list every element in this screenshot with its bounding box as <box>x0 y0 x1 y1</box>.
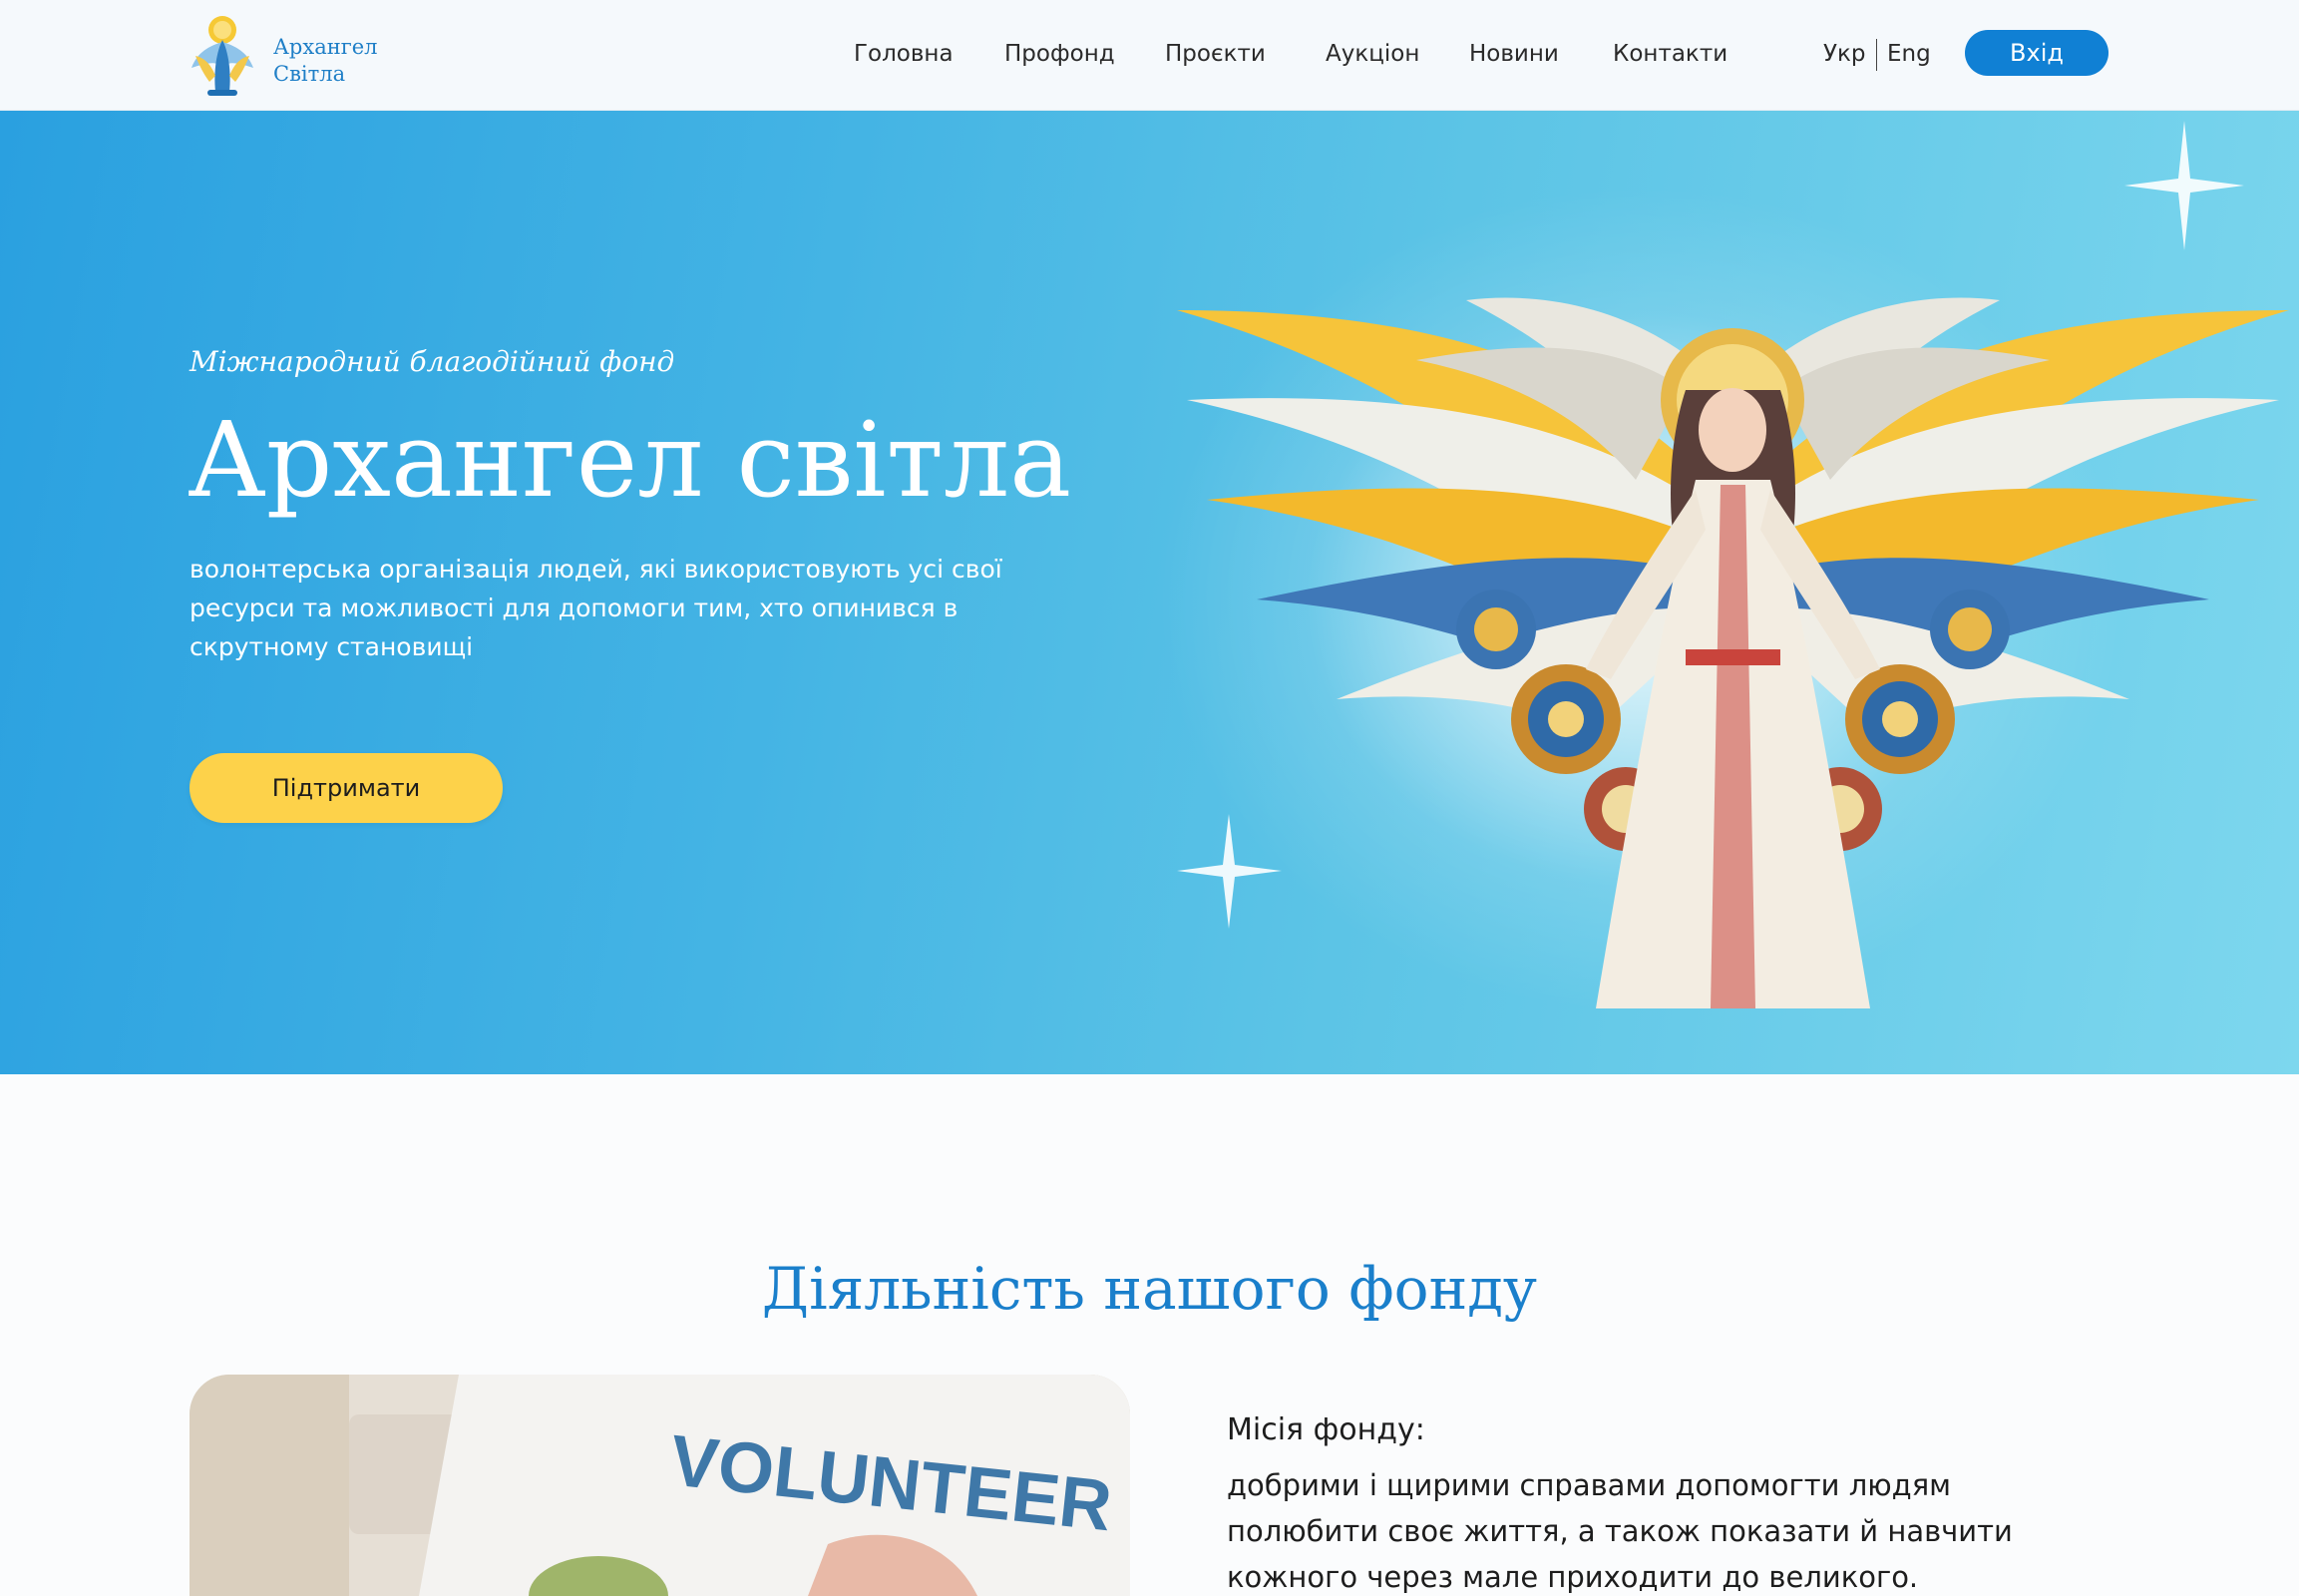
left-wing <box>1177 297 1725 729</box>
angel-illustration <box>1177 297 2289 1008</box>
hero-title: Архангел світла <box>188 399 1072 521</box>
login-button[interactable]: Вхід <box>1965 30 2108 76</box>
sparkle-icon <box>2124 121 2244 250</box>
hero-section: Міжнародний благодійний фонд Архангел св… <box>0 111 2299 1074</box>
volunteer-photo: VOLUNTEER <box>190 1375 1130 1596</box>
hero-subtitle: Міжнародний благодійний фонд <box>190 345 675 378</box>
logo-line-2: Світла <box>273 62 346 86</box>
hero-description: волонтерська організація людей, які вико… <box>190 555 1002 661</box>
mission-label: Місія фонду: <box>1227 1412 1425 1447</box>
site-header: Архангел Світла Головна Профонд Проєкти … <box>0 0 2299 111</box>
nav-item-news[interactable]: Новини <box>1469 36 1559 72</box>
right-wing <box>1740 297 2289 729</box>
logo-text: Архангел Світла <box>273 34 377 88</box>
logo-link[interactable]: Архангел Світла <box>190 12 419 98</box>
nav-item-home[interactable]: Головна <box>854 36 954 72</box>
nav-item-contacts[interactable]: Контакти <box>1613 36 1727 72</box>
angel-logo-icon <box>192 16 253 96</box>
lang-divider <box>1876 39 1877 71</box>
activity-title: Діяльність нашого фонду <box>761 1255 1538 1323</box>
nav-item-projects[interactable]: Проєкти <box>1165 36 1266 72</box>
support-button[interactable]: Підтримати <box>190 753 503 823</box>
logo-line-1: Архангел <box>273 35 378 59</box>
volunteer-photo-art: VOLUNTEER <box>190 1375 1130 1596</box>
lang-eng[interactable]: Eng <box>1887 36 1931 72</box>
angel-face <box>1699 388 1766 472</box>
lang-ukr[interactable]: Укр <box>1823 36 1866 72</box>
nav-item-auction[interactable]: Аукціон <box>1326 36 1419 72</box>
mission-text: добрими і щирими справами допомогти людя… <box>1227 1468 2013 1594</box>
nav-item-profund[interactable]: Профонд <box>1004 36 1115 72</box>
